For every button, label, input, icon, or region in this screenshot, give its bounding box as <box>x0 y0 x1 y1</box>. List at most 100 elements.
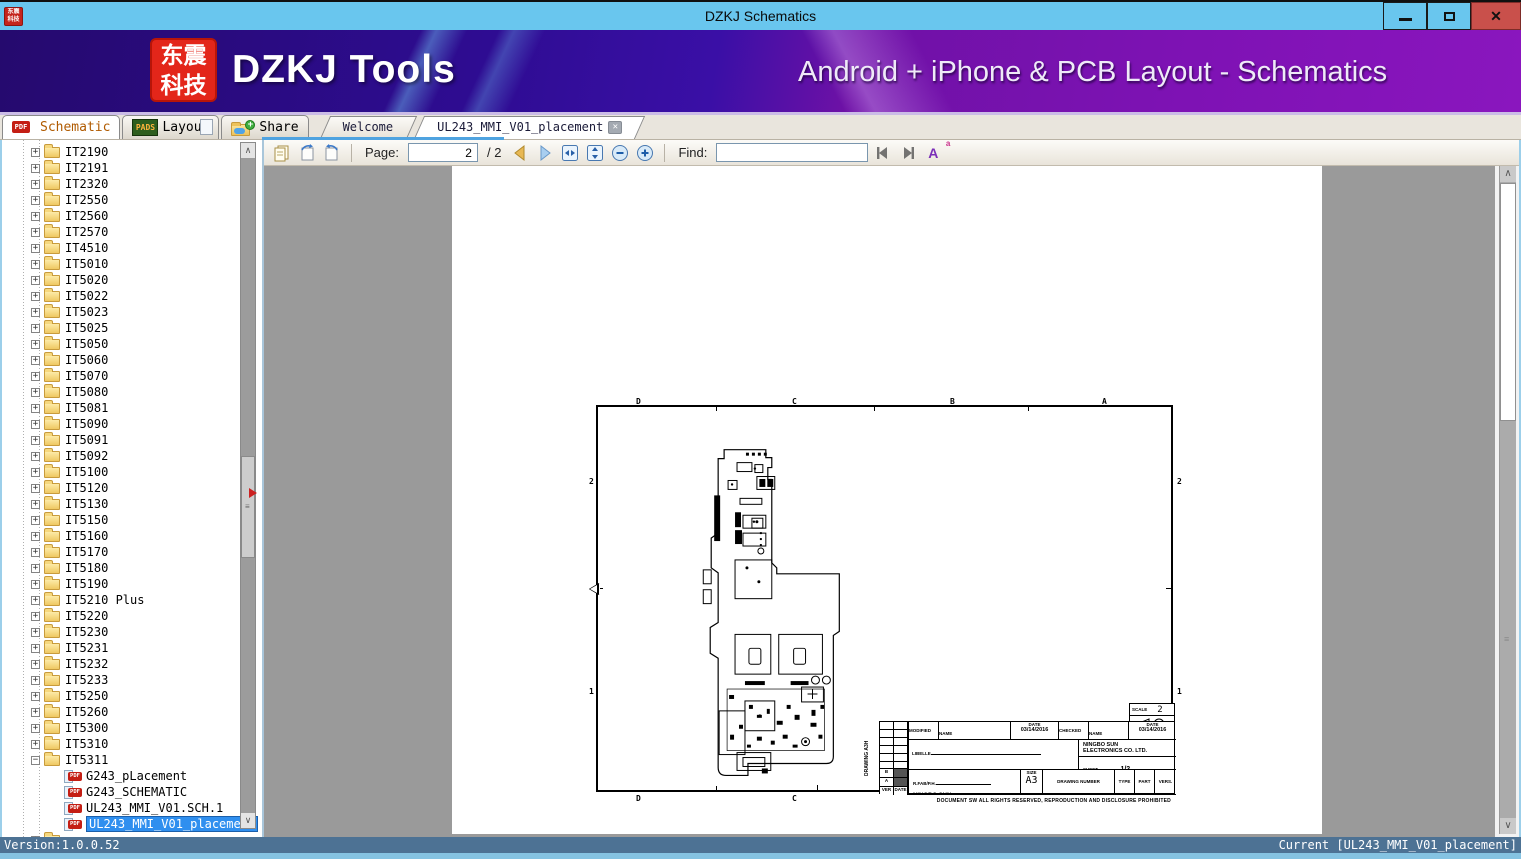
tree-file-item[interactable]: PDF UL243_MMI_V01_placement <box>2 816 259 832</box>
tree-folder-item[interactable]: + IT5250 <box>2 687 238 704</box>
pdf-scrollbar-thumb[interactable] <box>1500 183 1516 421</box>
zoom-out-icon[interactable] <box>610 143 630 163</box>
expand-toggle-icon[interactable]: + <box>31 707 40 717</box>
tree-folder-item[interactable]: + IT5160 <box>2 527 238 544</box>
rotate-right-icon[interactable] <box>322 143 342 163</box>
maximize-button[interactable] <box>1427 2 1471 30</box>
expand-toggle-icon[interactable]: + <box>31 291 40 301</box>
expand-toggle-icon[interactable]: + <box>31 611 40 621</box>
expand-toggle-icon[interactable]: + <box>31 835 40 837</box>
zoom-in-icon[interactable] <box>635 143 655 163</box>
expand-toggle-icon[interactable]: + <box>31 515 40 525</box>
tree-folder-item[interactable]: + IT5180 <box>2 559 238 576</box>
tree-folder-item[interactable]: + IT5120 <box>2 479 238 496</box>
tree-file-item[interactable]: PDF UL243_MMI_V01.SCH.1 <box>2 800 238 816</box>
expand-toggle-icon[interactable]: + <box>31 339 40 349</box>
collapse-toggle-icon[interactable]: − <box>31 755 40 765</box>
expand-toggle-icon[interactable]: + <box>31 579 40 589</box>
scroll-up-icon[interactable]: ∧ <box>241 143 255 158</box>
expand-toggle-icon[interactable]: + <box>31 275 40 285</box>
doc-tab-close-icon[interactable]: ✕ <box>608 120 623 134</box>
tree-folder-item[interactable]: + IT2320 <box>2 175 238 192</box>
tree-folder-item[interactable]: + IT5230 <box>2 623 238 640</box>
tree-folder-item[interactable]: + IT2560 <box>2 207 238 224</box>
close-button[interactable]: ✕ <box>1471 2 1521 30</box>
panel-splitter-arrow-icon[interactable] <box>249 488 262 498</box>
tab-schematic[interactable]: PDF Schematic <box>2 115 213 139</box>
tree-folder-item[interactable]: + IT5310 <box>2 735 238 752</box>
tree-folder-item[interactable]: + IT5190 <box>2 575 238 592</box>
pages-icon[interactable] <box>272 143 292 163</box>
expand-toggle-icon[interactable]: + <box>31 307 40 317</box>
tree-folder-item[interactable]: + IT5050 <box>2 335 238 352</box>
tree-folder-item[interactable]: + IT5081 <box>2 399 238 416</box>
tree-file-item[interactable]: PDF G243_pLacement <box>2 768 238 784</box>
find-next-icon[interactable] <box>898 143 918 163</box>
expand-toggle-icon[interactable]: + <box>31 211 40 221</box>
fit-page-icon[interactable] <box>585 143 605 163</box>
expand-toggle-icon[interactable]: + <box>31 531 40 541</box>
tree-scrollbar[interactable]: ∧ ≡ ∨ <box>240 142 256 829</box>
tab-share[interactable]: + Share <box>221 115 309 139</box>
tree-folder-item[interactable]: + IT5023 <box>2 303 238 320</box>
previous-page-icon[interactable] <box>510 143 530 163</box>
tree-folder-item[interactable]: + IT5260 <box>2 703 238 720</box>
find-input[interactable] <box>716 143 869 162</box>
expand-toggle-icon[interactable]: + <box>31 627 40 637</box>
tree-folder-item[interactable]: + IT2190 <box>2 143 238 160</box>
expand-toggle-icon[interactable]: + <box>31 739 40 749</box>
expand-toggle-icon[interactable]: + <box>31 147 40 157</box>
match-case-icon[interactable]: Aa <box>923 139 950 163</box>
expand-toggle-icon[interactable]: + <box>31 259 40 269</box>
tree-folder-item-partial[interactable]: + <box>2 831 238 837</box>
tree-folder-item[interactable]: + IT5091 <box>2 431 238 448</box>
tree-file-item[interactable]: PDF G243_SCHEMATIC <box>2 784 238 800</box>
expand-toggle-icon[interactable]: + <box>31 451 40 461</box>
expand-toggle-icon[interactable]: + <box>31 419 40 429</box>
tree-folder-item[interactable]: + IT5020 <box>2 271 238 288</box>
expand-toggle-icon[interactable]: + <box>31 243 40 253</box>
expand-toggle-icon[interactable]: + <box>31 691 40 701</box>
tree-folder-item[interactable]: + IT5130 <box>2 495 238 512</box>
expand-toggle-icon[interactable]: + <box>31 163 40 173</box>
expand-toggle-icon[interactable]: + <box>31 355 40 365</box>
tree-folder-item[interactable]: + IT5092 <box>2 447 238 464</box>
fit-width-icon[interactable] <box>560 143 580 163</box>
scroll-up-icon[interactable]: ∧ <box>1500 166 1516 182</box>
expand-toggle-icon[interactable]: + <box>31 483 40 493</box>
expand-toggle-icon[interactable]: + <box>31 435 40 445</box>
tree-folder-item[interactable]: + IT5100 <box>2 463 238 480</box>
tree-folder-item[interactable]: + IT5022 <box>2 287 238 304</box>
tree-folder-item[interactable]: + IT5170 <box>2 543 238 560</box>
expand-toggle-icon[interactable]: + <box>31 723 40 733</box>
find-previous-icon[interactable] <box>873 143 893 163</box>
minimize-button[interactable] <box>1383 2 1427 30</box>
pdf-page-view[interactable]: DCBA DC 21 21 DRAWING A3H SCALE 2 B A VE… <box>264 166 1519 837</box>
tree-folder-item[interactable]: + IT5210 Plus <box>2 591 238 608</box>
doc-tab-welcome[interactable]: Welcome <box>321 115 416 139</box>
expand-toggle-icon[interactable]: + <box>31 467 40 477</box>
expand-toggle-icon[interactable]: + <box>31 387 40 397</box>
tree-folder-item[interactable]: + IT5010 <box>2 255 238 272</box>
tree-folder-item[interactable]: + IT5090 <box>2 415 238 432</box>
expand-toggle-icon[interactable]: + <box>31 563 40 573</box>
tree-folder-item[interactable]: + IT5080 <box>2 383 238 400</box>
expand-toggle-icon[interactable]: + <box>31 195 40 205</box>
tree-folder-item[interactable]: − IT5311 <box>2 751 238 768</box>
expand-toggle-icon[interactable]: + <box>31 403 40 413</box>
tree-folder-item[interactable]: + IT5150 <box>2 511 238 528</box>
tree-folder-item[interactable]: + IT5220 <box>2 607 238 624</box>
tree-folder-item[interactable]: + IT5070 <box>2 367 238 384</box>
tree-folder-item[interactable]: + IT5231 <box>2 639 238 656</box>
expand-toggle-icon[interactable]: + <box>31 323 40 333</box>
rotate-left-icon[interactable] <box>297 143 317 163</box>
tree-folder-item[interactable]: + IT2550 <box>2 191 238 208</box>
tree-folder-item[interactable]: + IT4510 <box>2 239 238 256</box>
expand-toggle-icon[interactable]: + <box>31 499 40 509</box>
expand-toggle-icon[interactable]: + <box>31 659 40 669</box>
tree-folder-item[interactable]: + IT5060 <box>2 351 238 368</box>
expand-toggle-icon[interactable]: + <box>31 595 40 605</box>
next-page-icon[interactable] <box>535 143 555 163</box>
tree-folder-item[interactable]: + IT5233 <box>2 671 238 688</box>
tree-folder-item[interactable]: + IT2191 <box>2 159 238 176</box>
